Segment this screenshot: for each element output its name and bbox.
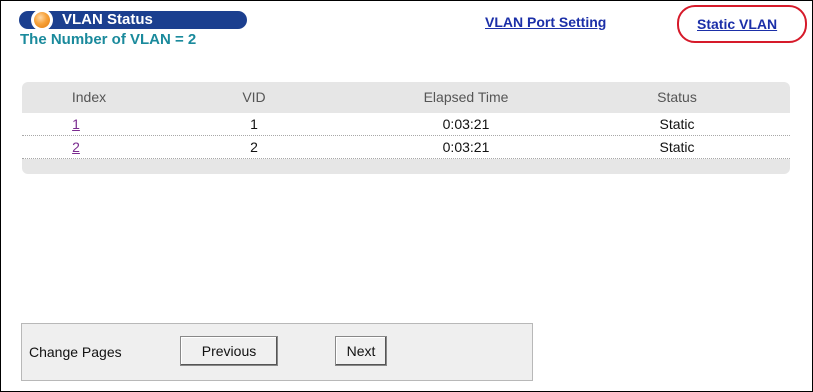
previous-button[interactable]: Previous (180, 336, 278, 366)
vlan-port-setting-link[interactable]: VLAN Port Setting (485, 14, 606, 30)
column-header-elapsed-time: Elapsed Time (423, 89, 509, 105)
table-row: 1 1 0:03:21 Static (22, 113, 790, 136)
row-vid: 2 (250, 139, 258, 155)
column-header-index: Index (71, 89, 107, 105)
row-index-link[interactable]: 1 (72, 116, 80, 132)
row-index-link[interactable]: 2 (72, 139, 80, 155)
status-orb-icon (34, 12, 50, 28)
static-vlan-highlight: Static VLAN (677, 5, 807, 43)
row-status: Static (659, 116, 695, 132)
column-header-status: Status (657, 89, 697, 105)
vlan-table: Index VID Elapsed Time Status 1 1 0:03:2… (22, 82, 790, 174)
vlan-count-text: The Number of VLAN = 2 (20, 31, 197, 48)
next-button[interactable]: Next (335, 336, 387, 366)
change-pages-panel: Change Pages Previous Next (21, 323, 533, 381)
static-vlan-link[interactable]: Static VLAN (697, 16, 777, 32)
row-elapsed-time: 0:03:21 (442, 139, 490, 155)
row-elapsed-time: 0:03:21 (442, 116, 490, 132)
table-row: 2 2 0:03:21 Static (22, 136, 790, 159)
row-vid: 1 (250, 116, 258, 132)
row-status: Static (659, 139, 695, 155)
table-header: Index VID Elapsed Time Status (22, 82, 790, 112)
change-pages-label: Change Pages (29, 344, 122, 360)
vlan-status-header: VLAN Status (19, 9, 247, 31)
column-header-vid: VID (242, 89, 266, 105)
page-title: VLAN Status (62, 11, 153, 28)
